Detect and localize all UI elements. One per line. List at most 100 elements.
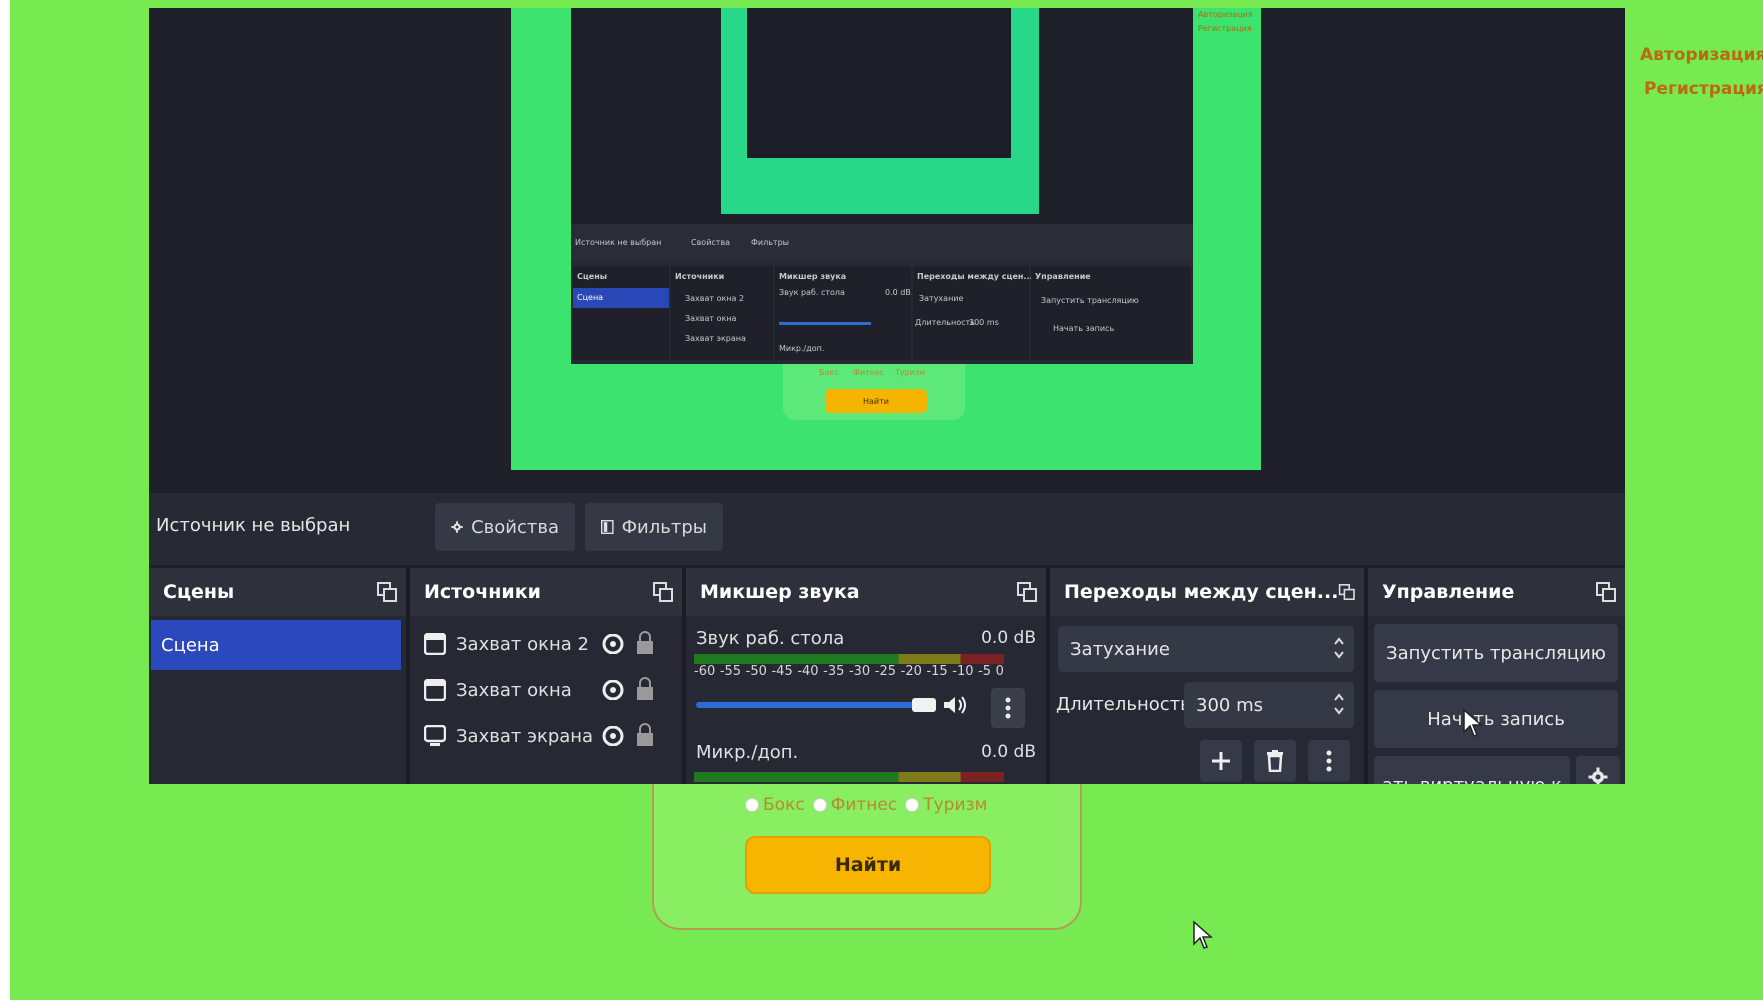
source-item-display-capture[interactable]: Захват экрана bbox=[424, 716, 664, 756]
tick-label: -50 bbox=[745, 664, 767, 679]
nested-controls-dock: Управление Запустить трансляцию Начать з… bbox=[1031, 266, 1191, 360]
monitor-icon bbox=[424, 725, 446, 746]
nested-source-item: Захват окна bbox=[685, 314, 737, 323]
find-button[interactable]: Найти bbox=[745, 836, 991, 894]
source-label: Захват окна 2 bbox=[456, 633, 589, 655]
nested-mic-name: Микр./доп. bbox=[779, 344, 825, 353]
volume-slider[interactable] bbox=[696, 702, 921, 708]
nested-scenes-title: Сцены bbox=[577, 272, 607, 281]
transitions-title: Переходы между сцен... bbox=[1064, 581, 1339, 603]
nested-track-db: 0.0 dB bbox=[885, 288, 911, 297]
properties-button[interactable]: Свойства bbox=[435, 503, 575, 551]
category-radio-group: Бокс Фитнес Туризм bbox=[745, 795, 987, 815]
radio-boxing[interactable]: Бокс bbox=[745, 795, 805, 815]
undock-icon[interactable] bbox=[1016, 581, 1038, 603]
nested-auth-links: Авторизация Регистрация bbox=[1198, 8, 1253, 36]
duration-spinbox[interactable]: 300 ms bbox=[1184, 682, 1354, 728]
nested-scenes-dock: Сцены Сцена bbox=[573, 266, 669, 360]
remove-transition-button[interactable] bbox=[1254, 740, 1296, 782]
chevron-updown-icon bbox=[1334, 637, 1344, 659]
start-recording-button[interactable]: Начать запись bbox=[1374, 690, 1618, 748]
nested-transitions-title: Переходы между сцен... bbox=[917, 272, 1033, 281]
nested-duration: 300 ms bbox=[969, 318, 999, 327]
start-virtual-camera-button[interactable]: ать виртуальную к bbox=[1374, 756, 1570, 784]
source-item-window-capture[interactable]: Захват окна bbox=[424, 670, 664, 710]
nested-scene-label: Сцена bbox=[577, 293, 604, 302]
window-icon bbox=[424, 679, 446, 701]
audio-meter bbox=[694, 772, 1004, 782]
chevron-updown-icon[interactable] bbox=[1332, 690, 1346, 718]
gear-icon bbox=[451, 521, 463, 533]
nested-inner-dark bbox=[747, 8, 1011, 158]
undock-icon[interactable] bbox=[652, 581, 674, 603]
lock-icon[interactable] bbox=[636, 630, 654, 656]
eye-icon[interactable] bbox=[602, 680, 624, 700]
meter-ticks: -60 -55 -50 -45 -40 -35 -30 -25 -20 -15 … bbox=[694, 664, 1004, 679]
undock-icon[interactable] bbox=[376, 581, 398, 603]
lock-icon[interactable] bbox=[636, 722, 654, 748]
virtual-camera-settings-button[interactable] bbox=[1576, 756, 1620, 784]
undock-icon[interactable] bbox=[1338, 581, 1356, 603]
nested-mixer-title: Микшер звука bbox=[779, 272, 847, 281]
nested-docks: Сцены Сцена Источники Захват окна 2 Захв… bbox=[571, 262, 1193, 364]
duration-value: 300 ms bbox=[1196, 694, 1263, 716]
transitions-dock: Переходы между сцен... Затухание Длитель… bbox=[1050, 568, 1364, 784]
tick-label: -15 bbox=[926, 664, 948, 679]
tick-label: -30 bbox=[848, 664, 871, 679]
tick-label: -35 bbox=[823, 664, 845, 679]
transitions-dock-header: Переходы между сцен... bbox=[1050, 568, 1364, 616]
audio-meter bbox=[694, 654, 1004, 664]
filters-button[interactable]: Фильтры bbox=[585, 503, 723, 551]
transition-menu-button[interactable] bbox=[1308, 740, 1350, 782]
nested-track-name: Звук раб. стола bbox=[779, 288, 845, 297]
nested-start-stream: Запустить трансляцию bbox=[1041, 296, 1139, 305]
mixer-menu-button[interactable] bbox=[991, 688, 1025, 728]
radio-button-icon[interactable] bbox=[905, 798, 920, 812]
radio-label: Туризм bbox=[923, 795, 988, 815]
register-link[interactable]: Регистрация bbox=[1640, 72, 1763, 106]
volume-slider-handle[interactable] bbox=[912, 698, 936, 712]
preview-canvas: Источник не выбран Свойства Фильтры Сцен… bbox=[511, 8, 1261, 470]
radio-button-icon[interactable] bbox=[745, 798, 759, 812]
docks-area: Сцены Сцена Источники Захват окна 2 Захв… bbox=[149, 568, 1625, 784]
source-item-window-capture-2[interactable]: Захват окна 2 bbox=[424, 624, 664, 664]
auth-links: Авторизация Регистрация bbox=[1640, 38, 1763, 106]
nested-radio: Бокс bbox=[819, 368, 839, 377]
nested-scene-selected: Сцена bbox=[573, 288, 669, 308]
eye-icon[interactable] bbox=[602, 634, 624, 654]
eye-icon[interactable] bbox=[602, 726, 624, 746]
radio-tourism[interactable]: Туризм bbox=[905, 795, 987, 815]
filter-icon bbox=[601, 520, 614, 534]
lock-icon[interactable] bbox=[636, 676, 654, 702]
duration-label: Длительность bbox=[1056, 694, 1191, 715]
undock-icon[interactable] bbox=[1595, 581, 1617, 603]
speaker-icon[interactable] bbox=[942, 694, 968, 716]
kebab-icon bbox=[1005, 697, 1011, 719]
nested-radio: Туризм bbox=[895, 368, 926, 377]
nested-controls-title: Управление bbox=[1035, 272, 1091, 281]
obs-window: Источник не выбран Свойства Фильтры Сцен… bbox=[149, 8, 1625, 784]
track-db-desktop: 0.0 dB bbox=[981, 628, 1036, 648]
login-link[interactable]: Авторизация bbox=[1640, 38, 1763, 72]
mouse-cursor-icon bbox=[1463, 708, 1483, 737]
nested-start-record: Начать запись bbox=[1053, 324, 1115, 333]
nested-radio: Фитнес bbox=[853, 368, 885, 377]
tick-label: -40 bbox=[797, 664, 819, 679]
mixer-title: Микшер звука bbox=[700, 581, 860, 603]
add-transition-button[interactable] bbox=[1200, 740, 1242, 782]
nested-mixer-dock: Микшер звука Звук раб. стола 0.0 dB Микр… bbox=[775, 266, 911, 360]
scenes-title: Сцены bbox=[163, 581, 235, 603]
trash-icon bbox=[1267, 750, 1283, 772]
tick-label: -20 bbox=[900, 664, 922, 679]
radio-button-icon[interactable] bbox=[812, 798, 827, 812]
filters-label: Фильтры bbox=[621, 516, 707, 538]
transition-select[interactable]: Затухание bbox=[1058, 626, 1354, 672]
scene-list-item[interactable]: Сцена bbox=[151, 620, 401, 670]
radio-fitness[interactable]: Фитнес bbox=[812, 795, 897, 815]
tick-label: -45 bbox=[771, 664, 793, 679]
start-streaming-button[interactable]: Запустить трансляцию bbox=[1374, 624, 1618, 682]
sources-dock: Источники Захват окна 2 Захват окна Захв… bbox=[410, 568, 682, 784]
controls-dock: Управление Запустить трансляцию Начать з… bbox=[1368, 568, 1625, 784]
tick-label: 0 bbox=[995, 664, 1004, 679]
nested-obs-preview: Источник не выбран Свойства Фильтры Сцен… bbox=[571, 8, 1193, 364]
